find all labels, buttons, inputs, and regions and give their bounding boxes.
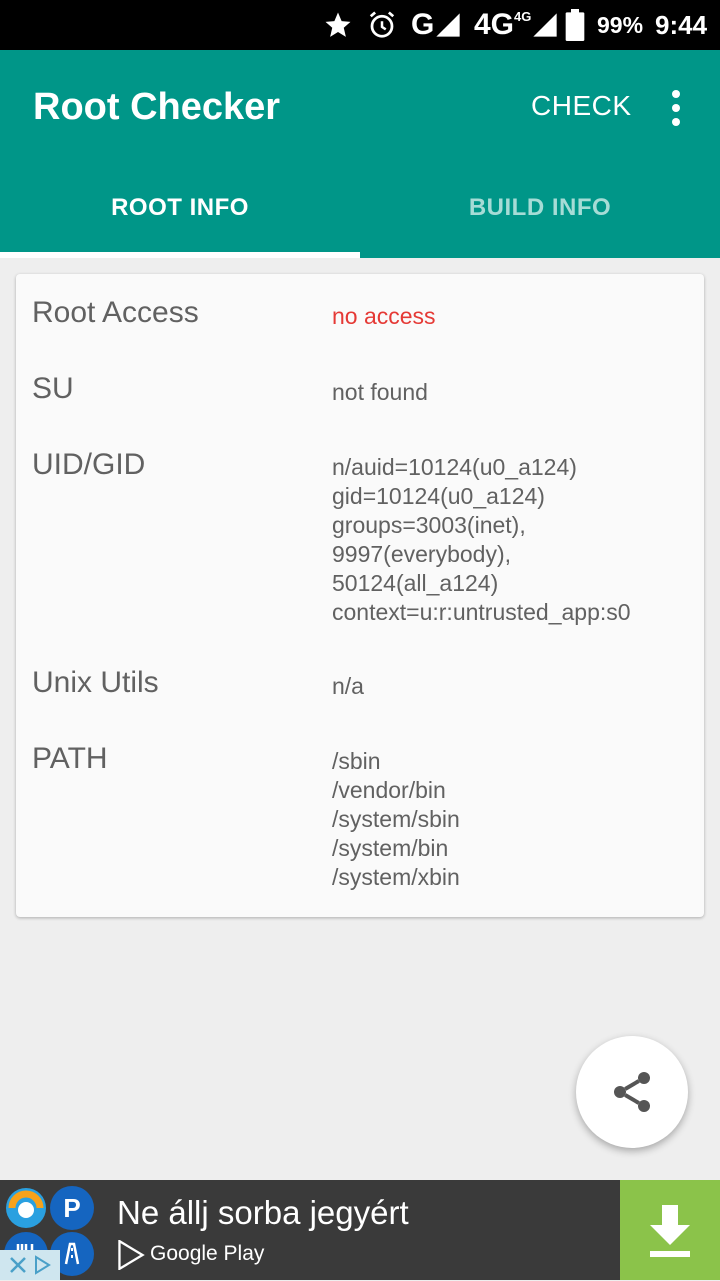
download-icon — [650, 1205, 690, 1257]
tab-root-info[interactable]: ROOT INFO — [0, 158, 360, 258]
share-icon — [614, 1072, 650, 1112]
root-access-label: Root Access — [32, 296, 199, 329]
star-icon — [323, 0, 353, 50]
share-button[interactable] — [576, 1036, 688, 1148]
alarm-icon — [367, 0, 397, 50]
close-icon[interactable] — [8, 1255, 28, 1275]
path-label: PATH — [32, 742, 108, 775]
battery-percent: 99% — [597, 11, 644, 38]
ad-choices-icon[interactable] — [32, 1255, 52, 1275]
clock: 9:44 — [655, 9, 708, 40]
signal-4g: 4G 4G — [474, 0, 559, 50]
app-title: Root Checker — [33, 86, 281, 128]
tab-build-info-label: BUILD INFO — [468, 194, 612, 221]
signal-g: G — [411, 0, 462, 50]
parking-icon: P — [50, 1186, 94, 1230]
path-value: /sbin /vendor/bin /system/sbin /system/b… — [332, 748, 460, 890]
status-bar: G 4G 4G 99% 9:44 — [0, 0, 720, 50]
su-value: not found — [332, 379, 428, 405]
battery-icon — [565, 0, 585, 50]
uid-gid-value: n/auid=10124(u0_a124) gid=10124(u0_a124)… — [332, 454, 631, 625]
google-play-label: Google Play — [150, 1242, 265, 1265]
tab-indicator — [0, 252, 360, 258]
root-info-card: Root Access no access SU not found UID/G… — [16, 274, 704, 917]
su-label: SU — [32, 372, 74, 405]
root-access-value: no access — [332, 303, 436, 329]
signal-icon — [436, 13, 461, 37]
parking-letter: P — [63, 1192, 81, 1223]
app-bar: Root Checker CHECK ROOT INFO BUILD INFO — [0, 50, 720, 258]
signal-g-label: G — [411, 8, 435, 41]
signal-strength-icon — [533, 13, 558, 37]
tab-build-info[interactable]: BUILD INFO — [360, 158, 720, 258]
check-button[interactable]: CHECK — [531, 90, 632, 122]
ad-download-button[interactable] — [620, 1180, 720, 1280]
network-label: 4G — [474, 8, 515, 41]
ad-banner[interactable]: P Ne állj sorba jegyért Google Play — [0, 1180, 720, 1280]
unix-utils-label: Unix Utils — [32, 666, 159, 699]
ad-choices[interactable] — [0, 1250, 60, 1280]
ad-title: Ne állj sorba jegyért — [117, 1194, 409, 1231]
unix-utils-value: n/a — [332, 673, 364, 699]
google-play-icon — [117, 1239, 145, 1275]
ad-app-logo-icon — [4, 1186, 48, 1230]
tab-root-info-label: ROOT INFO — [111, 194, 249, 221]
network-sub-label: 4G — [514, 8, 532, 24]
more-vert-icon[interactable] — [660, 86, 692, 130]
uid-gid-label: UID/GID — [32, 448, 146, 481]
